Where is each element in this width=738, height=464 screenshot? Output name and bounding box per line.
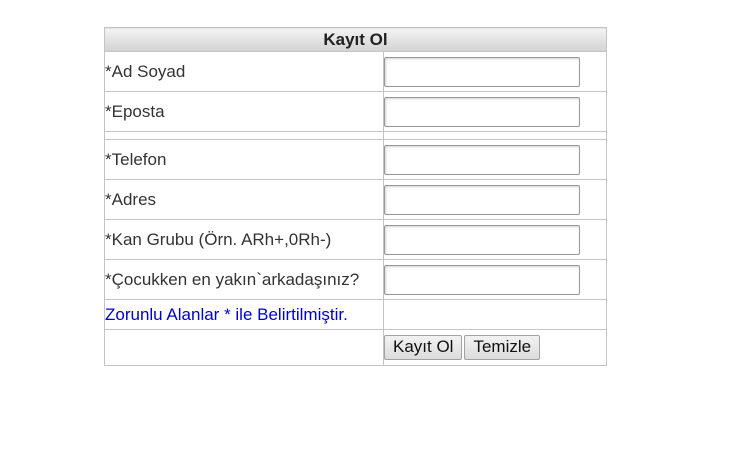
button-row: Kayıt Ol Temizle xyxy=(104,329,607,366)
field-row-name: *Ad Soyad xyxy=(104,51,607,92)
name-label: *Ad Soyad xyxy=(104,51,384,92)
email-input[interactable] xyxy=(384,96,580,127)
field-row-phone: *Telefon xyxy=(104,139,607,180)
reset-button[interactable]: Temizle xyxy=(464,335,541,360)
email-label: *Eposta xyxy=(104,91,384,132)
address-input[interactable] xyxy=(384,184,580,215)
submit-button[interactable]: Kayıt Ol xyxy=(384,335,463,360)
security-question-label: *Çocukken en yakın`arkadaşınız? xyxy=(104,259,384,300)
spacer-row xyxy=(104,131,607,140)
required-note-row: Zorunlu Alanlar * ile Belirtilmiştir. xyxy=(104,299,607,330)
blood-type-label: *Kan Grubu (Örn. ARh+,0Rh-) xyxy=(104,219,384,260)
field-row-blood-type: *Kan Grubu (Örn. ARh+,0Rh-) xyxy=(104,219,607,260)
required-fields-note: Zorunlu Alanlar * ile Belirtilmiştir. xyxy=(104,299,384,330)
field-row-address: *Adres xyxy=(104,179,607,220)
security-question-input[interactable] xyxy=(384,264,580,295)
blood-type-input[interactable] xyxy=(384,224,580,255)
name-input[interactable] xyxy=(384,56,580,87)
field-row-email: *Eposta xyxy=(104,91,607,132)
phone-input[interactable] xyxy=(384,144,580,175)
phone-label: *Telefon xyxy=(104,139,384,180)
form-title: Kayıt Ol xyxy=(104,27,607,52)
form-header-row: Kayıt Ol xyxy=(104,27,607,52)
address-label: *Adres xyxy=(104,179,384,220)
signup-form: Kayıt Ol *Ad Soyad *Eposta *Telefon *Adr… xyxy=(104,27,607,366)
field-row-security-question: *Çocukken en yakın`arkadaşınız? xyxy=(104,259,607,300)
